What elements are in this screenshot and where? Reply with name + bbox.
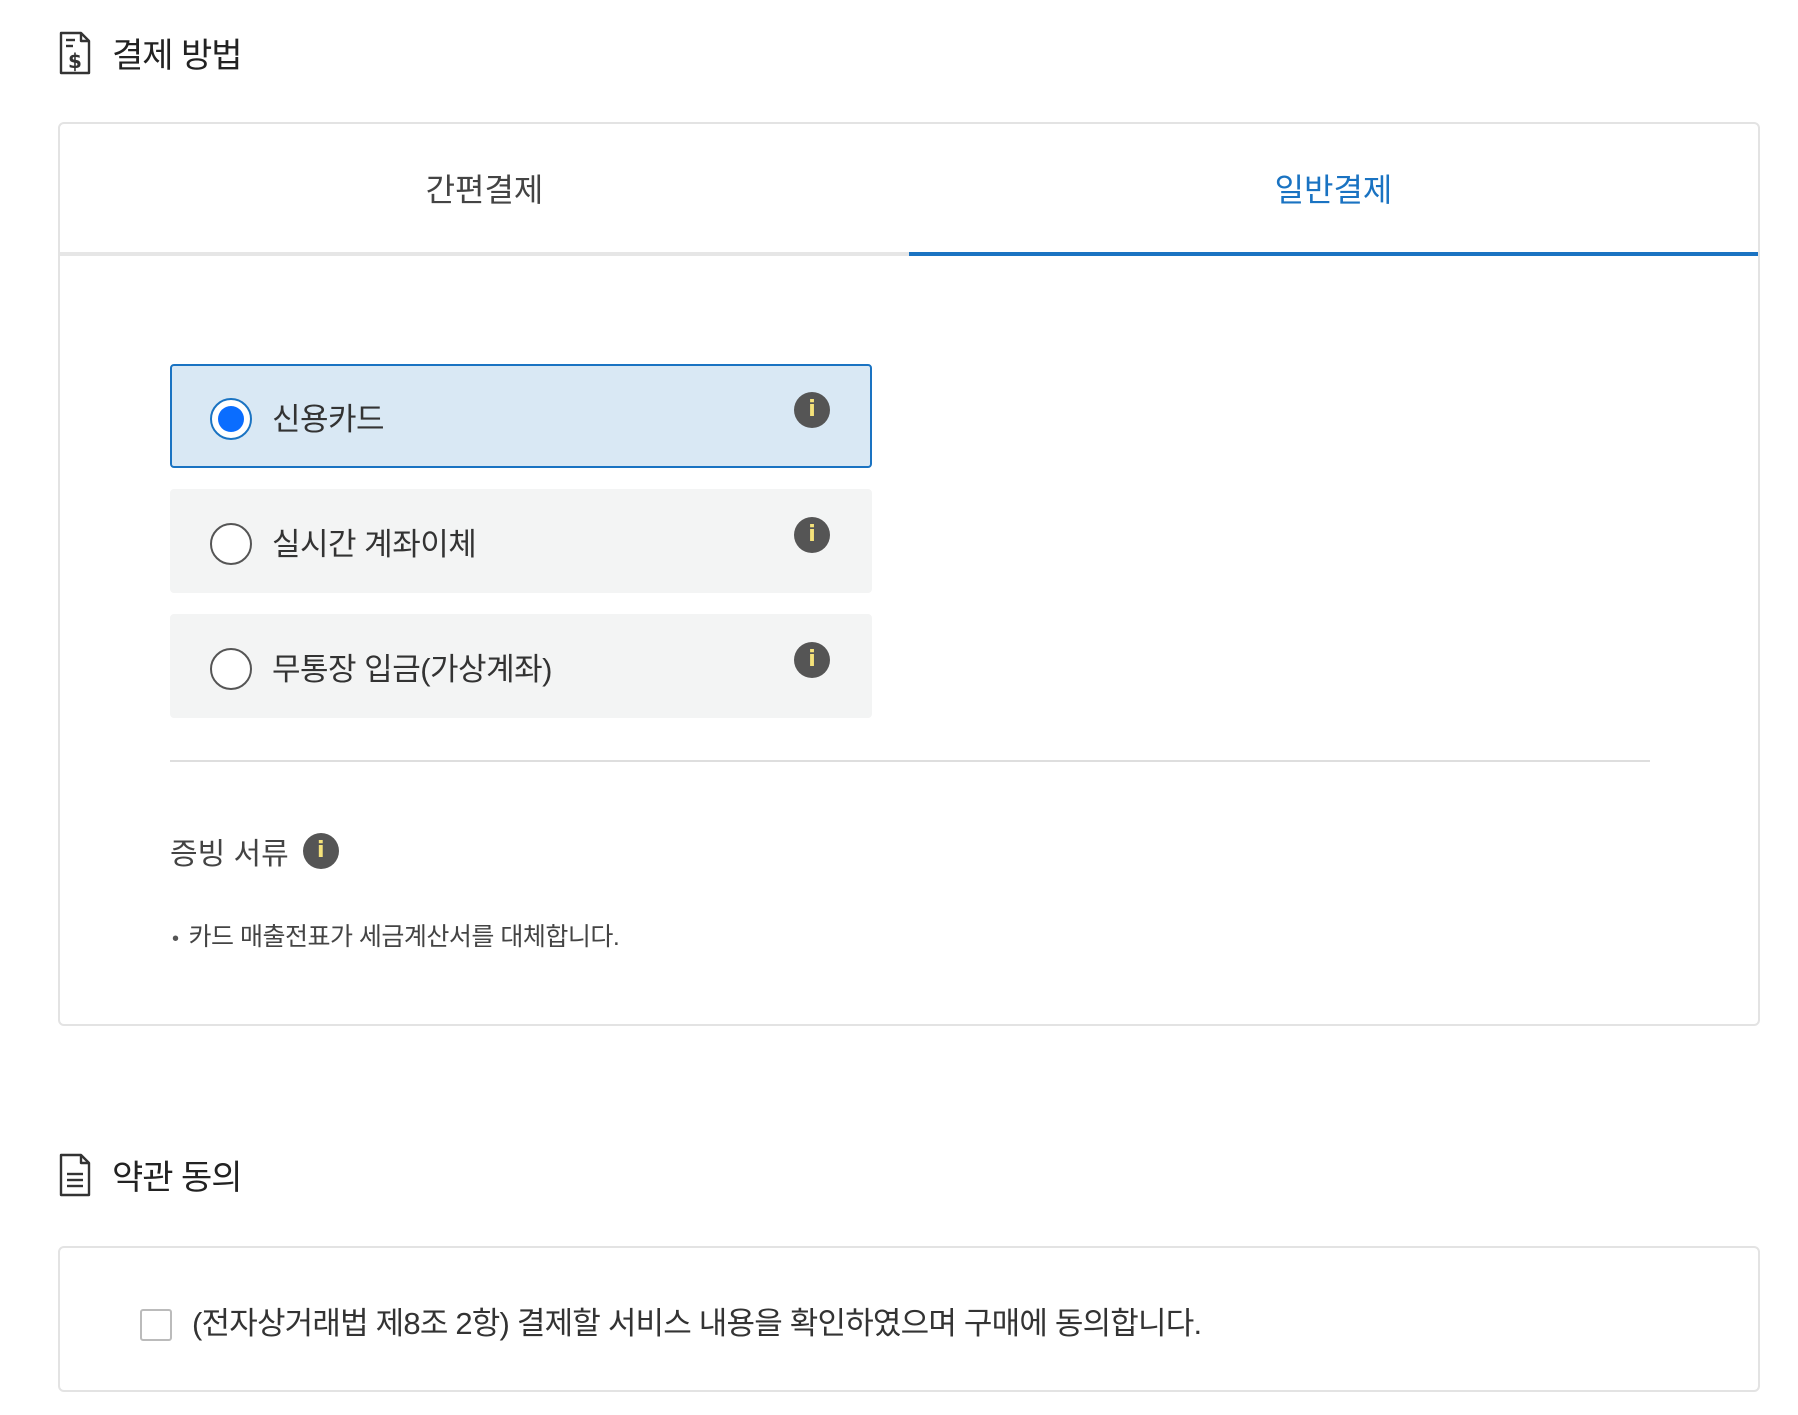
radio-virtual-account[interactable] — [210, 648, 252, 690]
tab-simple-payment[interactable]: 간편결제 — [60, 124, 909, 256]
info-icon[interactable]: i — [794, 642, 830, 678]
option-label: 실시간 계좌이체 — [272, 526, 477, 562]
page: $ 결제 방법 간편결제 일반결제 신용카드 i 실시간 계좌이체 i 무통장 … — [0, 0, 1798, 1415]
option-label: 신용카드 — [272, 401, 385, 437]
payment-tabs: 간편결제 일반결제 — [60, 124, 1758, 256]
invoice-dollar-icon: $ — [59, 31, 91, 74]
agreement-text[interactable]: (전자상거래법 제8조 2항) 결제할 서비스 내용을 확인하였으며 구매에 동… — [192, 1298, 1202, 1343]
info-icon[interactable]: i — [794, 392, 830, 428]
bullet: • — [172, 928, 179, 950]
payment-method-header: $ 결제 방법 — [58, 28, 243, 77]
option-credit-card[interactable]: 신용카드 i — [170, 364, 872, 468]
divider — [170, 760, 1650, 762]
documents-note: • 카드 매출전표가 세금계산서를 대체합니다. — [172, 917, 620, 953]
documents-label: 증빙 서류 — [170, 838, 289, 871]
radio-credit-card[interactable] — [210, 398, 252, 440]
svg-text:$: $ — [68, 49, 82, 73]
option-bank-transfer[interactable]: 실시간 계좌이체 i — [170, 489, 872, 593]
option-virtual-account[interactable]: 무통장 입금(가상계좌) i — [170, 614, 872, 718]
info-icon[interactable]: i — [302, 833, 339, 869]
tab-general-payment[interactable]: 일반결제 — [909, 124, 1758, 256]
page-title: 결제 방법 — [112, 37, 243, 75]
radio-bank-transfer[interactable] — [210, 523, 252, 565]
terms-card: (전자상거래법 제8조 2항) 결제할 서비스 내용을 확인하였으며 구매에 동… — [58, 1246, 1760, 1392]
documents-title: 증빙 서류 i — [170, 829, 339, 873]
radio-dot — [218, 406, 244, 432]
payment-options: 신용카드 i 실시간 계좌이체 i 무통장 입금(가상계좌) i — [170, 364, 872, 739]
agreement-row: (전자상거래법 제8조 2항) 결제할 서비스 내용을 확인하였으며 구매에 동… — [140, 1298, 1202, 1343]
payment-card: 간편결제 일반결제 신용카드 i 실시간 계좌이체 i 무통장 입금(가상계좌)… — [58, 122, 1760, 1026]
document-icon — [59, 1153, 91, 1196]
option-label: 무통장 입금(가상계좌) — [272, 651, 552, 687]
documents-note-text: 카드 매출전표가 세금계산서를 대체합니다. — [188, 923, 620, 951]
terms-header: 약관 동의 — [58, 1150, 243, 1199]
agreement-checkbox[interactable] — [140, 1308, 172, 1341]
info-icon[interactable]: i — [794, 517, 830, 553]
section-title: 약관 동의 — [112, 1159, 243, 1197]
